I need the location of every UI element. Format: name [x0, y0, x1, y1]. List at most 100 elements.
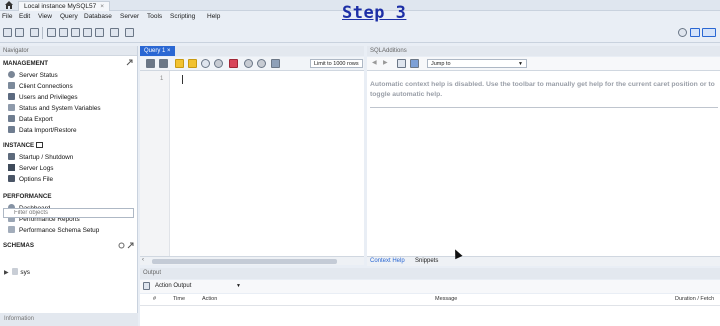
wrench-icon — [8, 175, 15, 182]
home-icon[interactable] — [4, 0, 14, 10]
tab-context-help[interactable]: Context Help — [370, 258, 405, 264]
navigator-panel: Navigator MANAGEMENT Server Status Clien… — [0, 46, 138, 326]
schema-name: sys — [20, 269, 30, 276]
expand-arrow-icon[interactable]: ▶ — [4, 270, 9, 276]
toggle-output-icon[interactable] — [702, 28, 716, 37]
sql-additions-tabs: Context Help Snippets — [367, 256, 720, 266]
nav-label: Status and System Variables — [19, 105, 101, 112]
tab-snippets[interactable]: Snippets — [415, 258, 438, 264]
nav-performance-schema-setup[interactable]: Performance Schema Setup — [8, 226, 99, 234]
nav-options-file[interactable]: Options File — [8, 175, 53, 183]
collapse-arrows-icon[interactable] — [126, 59, 133, 66]
rollback-icon[interactable] — [257, 59, 266, 68]
autocommit-icon[interactable] — [271, 59, 280, 68]
scroll-left-icon[interactable]: ‹ — [142, 257, 144, 263]
nav-data-export[interactable]: Data Export — [8, 115, 53, 123]
scrollbar-thumb[interactable] — [152, 259, 337, 264]
create-procedure-icon[interactable] — [83, 28, 92, 37]
explain-icon[interactable] — [201, 59, 210, 68]
users-icon — [8, 93, 15, 100]
management-section-title: MANAGEMENT — [3, 60, 49, 67]
new-sql-tab-icon[interactable] — [3, 28, 12, 37]
commit-icon[interactable] — [244, 59, 253, 68]
menu-query[interactable]: Query — [60, 13, 78, 20]
nav-server-logs[interactable]: Server Logs — [8, 164, 53, 172]
menu-server[interactable]: Server — [120, 13, 139, 20]
limit-rows-select[interactable]: Limit to 1000 rows — [310, 59, 363, 68]
execute-icon[interactable] — [175, 59, 184, 68]
menu-view[interactable]: View — [38, 13, 52, 20]
column-message[interactable]: Message — [435, 296, 457, 302]
connection-tab-label: Local instance MySQL57 — [24, 3, 97, 10]
filter-objects-input[interactable] — [3, 208, 134, 218]
nav-data-import[interactable]: Data Import/Restore — [8, 126, 77, 134]
open-file-icon[interactable] — [146, 59, 155, 68]
save-icon[interactable] — [159, 59, 168, 68]
nav-status-variables[interactable]: Status and System Variables — [8, 104, 101, 112]
refresh-schemas-icon[interactable] — [118, 242, 125, 249]
chevron-down-icon: ▼ — [236, 283, 241, 289]
column-action[interactable]: Action — [202, 296, 217, 302]
information-panel-header: Information — [0, 313, 138, 326]
toolbar-separator — [42, 27, 43, 39]
chevron-down-icon: ▼ — [518, 61, 523, 67]
auto-help-icon[interactable] — [410, 59, 419, 68]
jump-to-label: Jump to — [431, 61, 451, 67]
search-table-data-icon[interactable] — [110, 28, 119, 37]
line-number: 1 — [160, 76, 164, 82]
data-export-icon — [8, 115, 15, 122]
jump-to-select[interactable]: Jump to ▼ — [427, 59, 527, 68]
query-tab-close-icon[interactable]: × — [167, 48, 171, 54]
nav-server-status[interactable]: Server Status — [8, 71, 58, 79]
connection-tab[interactable]: Local instance MySQL57 × — [18, 1, 111, 11]
connection-tab-close-icon[interactable]: × — [100, 3, 104, 10]
create-view-icon[interactable] — [71, 28, 80, 37]
back-arrow-icon[interactable]: ◀ — [372, 59, 377, 66]
output-grid — [140, 306, 720, 326]
output-type-select[interactable]: Action Output ▼ — [144, 282, 241, 291]
query-tab[interactable]: Query 1 × — [140, 46, 175, 56]
execute-current-icon[interactable] — [188, 59, 197, 68]
data-import-icon — [8, 126, 15, 133]
schema-setup-icon — [8, 226, 15, 233]
menu-file[interactable]: File — [2, 13, 12, 20]
menu-database[interactable]: Database — [84, 13, 112, 20]
nav-label: Users and Privileges — [19, 94, 78, 101]
query-toolbar: Limit to 1000 rows — [140, 57, 364, 71]
help-divider — [370, 107, 718, 108]
column-number[interactable]: # — [153, 296, 156, 302]
text-caret — [182, 75, 183, 84]
create-table-icon[interactable] — [59, 28, 68, 37]
editor-horizontal-scrollbar[interactable]: ‹ — [140, 256, 364, 265]
menu-help[interactable]: Help — [207, 13, 220, 20]
sql-editor[interactable]: 1 — [140, 71, 364, 256]
nav-label: Data Export — [19, 116, 53, 123]
column-duration[interactable]: Duration / Fetch — [675, 296, 714, 302]
expand-arrows-icon[interactable] — [127, 242, 134, 249]
menu-tools[interactable]: Tools — [147, 13, 162, 20]
menu-scripting[interactable]: Scripting — [170, 13, 195, 20]
toggle-sidebar-icon[interactable] — [690, 28, 700, 37]
output-type-label: Action Output — [155, 283, 192, 289]
nav-users-privileges[interactable]: Users and Privileges — [8, 93, 78, 101]
open-sql-script-icon[interactable] — [15, 28, 24, 37]
nav-startup-shutdown[interactable]: Startup / Shutdown — [8, 153, 73, 161]
warning-icon — [8, 164, 15, 171]
forward-arrow-icon[interactable]: ▶ — [383, 59, 388, 66]
column-time[interactable]: Time — [173, 296, 185, 302]
performance-section-title: PERFORMANCE — [3, 193, 52, 200]
instance-title-label: INSTANCE — [3, 142, 35, 149]
inspect-object-icon[interactable] — [30, 28, 39, 37]
schema-tree-item-sys[interactable]: ▶ sys — [4, 268, 30, 276]
nav-client-connections[interactable]: Client Connections — [8, 82, 73, 90]
nav-label: Performance Schema Setup — [19, 227, 100, 234]
reconnect-icon[interactable] — [125, 28, 134, 37]
menu-edit[interactable]: Edit — [19, 13, 30, 20]
stop-icon[interactable] — [214, 59, 223, 68]
manual-help-icon[interactable] — [397, 59, 406, 68]
create-schema-icon[interactable] — [47, 28, 56, 37]
settings-gear-icon[interactable] — [678, 28, 687, 37]
create-function-icon[interactable] — [95, 28, 104, 37]
sql-additions-toolbar: ◀ ▶ Jump to ▼ — [367, 57, 720, 71]
toggle-error-icon[interactable] — [229, 59, 238, 68]
